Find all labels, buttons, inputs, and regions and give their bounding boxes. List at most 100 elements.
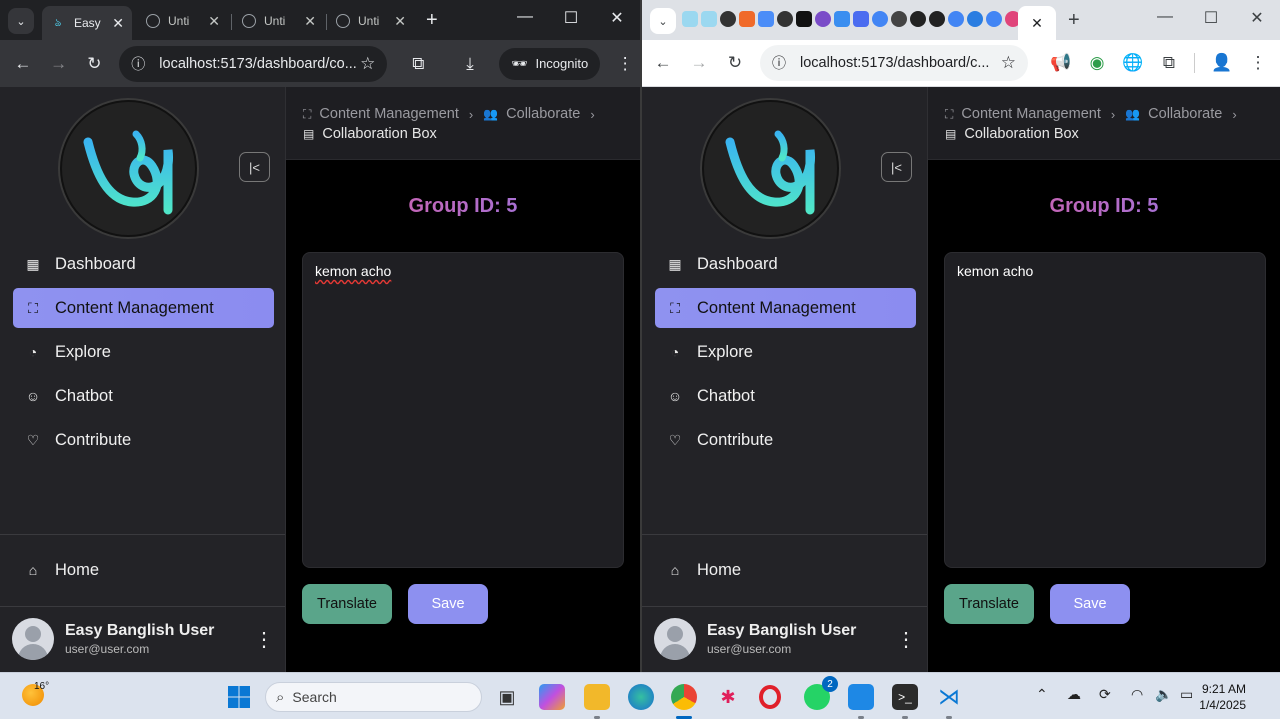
extension-icon[interactable]: ◉ xyxy=(1082,48,1112,78)
incognito-indicator[interactable]: 🕶 Incognito xyxy=(498,47,601,80)
new-tab-button[interactable]: + xyxy=(426,10,438,30)
sidebar-item-contribute[interactable]: ♡ Contribute xyxy=(13,420,274,460)
collapse-sidebar-button[interactable]: |< xyxy=(881,152,912,182)
close-icon[interactable]: ✕ xyxy=(112,15,124,32)
forward-button[interactable]: → xyxy=(684,48,714,78)
cloud-icon[interactable] xyxy=(834,11,850,27)
opera-icon[interactable] xyxy=(759,685,781,709)
browser-menu-button[interactable]: ⋮ xyxy=(1243,48,1273,78)
extensions-icon[interactable]: ⧉ xyxy=(403,49,433,79)
maximize-button[interactable]: ☐ xyxy=(556,8,586,28)
google-icon[interactable] xyxy=(986,11,1002,27)
user-menu-icon[interactable]: ⋮ xyxy=(254,627,274,652)
bookmark-star-icon[interactable]: ☆ xyxy=(1001,53,1016,73)
browser-menu-button[interactable]: ⋮ xyxy=(610,49,640,79)
back-button[interactable]: ← xyxy=(648,48,678,78)
tab-untitled-3[interactable]: Unti ✕ xyxy=(328,6,414,36)
breadcrumb-content-management[interactable]: Content Management xyxy=(319,106,458,122)
chrome-icon[interactable] xyxy=(671,684,697,710)
breadcrumb-content-management[interactable]: Content Management xyxy=(961,106,1100,122)
collaboration-editor[interactable]: kemon acho xyxy=(944,252,1266,568)
start-button[interactable] xyxy=(226,684,252,710)
whatsapp-icon[interactable]: 2 xyxy=(804,676,838,710)
extensions-icon[interactable]: ⧉ xyxy=(1154,48,1184,78)
volume-icon[interactable]: 🔈 xyxy=(1155,686,1172,703)
onedrive-cloud-icon[interactable]: ☁ xyxy=(1067,686,1081,703)
sidebar-item-content-management[interactable]: ⛶ Content Management xyxy=(655,288,916,328)
avatar[interactable] xyxy=(12,618,54,660)
app-icon[interactable] xyxy=(853,11,869,27)
gemini-icon[interactable] xyxy=(758,11,774,27)
github-icon[interactable] xyxy=(929,11,945,27)
megaphone-extension-icon[interactable]: 📢 xyxy=(1046,48,1076,78)
site-info-icon[interactable]: ⓘ xyxy=(772,53,786,73)
openai-icon[interactable] xyxy=(777,11,793,27)
tab-untitled-1[interactable]: Unti ✕ xyxy=(138,6,228,36)
new-tab-button[interactable]: + xyxy=(1068,10,1080,30)
file-explorer-icon[interactable] xyxy=(584,684,610,710)
battery-icon[interactable]: ▭ xyxy=(1180,686,1193,703)
translate-button[interactable]: Translate xyxy=(302,584,392,624)
slack-icon[interactable]: ✱ xyxy=(715,684,741,710)
sidebar-item-home[interactable]: ⌂ Home xyxy=(655,550,916,590)
sidebar-item-chatbot[interactable]: ☺ Chatbot xyxy=(13,376,274,416)
sidebar-item-dashboard[interactable]: ▦ Dashboard xyxy=(655,244,916,284)
tab-search-button[interactable]: ⌄ xyxy=(8,8,34,34)
save-button[interactable]: Save xyxy=(1050,584,1130,624)
edge-icon[interactable] xyxy=(628,684,654,710)
minimize-button[interactable]: — xyxy=(1150,8,1180,26)
avatar[interactable] xyxy=(654,618,696,660)
close-icon[interactable]: ✕ xyxy=(208,13,220,30)
copilot-icon[interactable] xyxy=(539,684,565,710)
tab-untitled-2[interactable]: Unti ✕ xyxy=(234,6,324,36)
breadcrumb-collaborate[interactable]: Collaborate xyxy=(506,106,580,122)
sidebar-item-chatbot[interactable]: ☺ Chatbot xyxy=(655,376,916,416)
site-info-icon[interactable]: ⓘ xyxy=(131,54,145,74)
sidebar-item-home[interactable]: ⌂ Home xyxy=(13,550,274,590)
openai-icon[interactable] xyxy=(720,11,736,27)
address-bar[interactable]: ⓘ localhost:5173/dashboard/c... ☆ xyxy=(760,45,1028,81)
google-icon[interactable] xyxy=(872,11,888,27)
user-menu-icon[interactable]: ⋮ xyxy=(896,627,916,652)
sidebar-item-explore[interactable]: ◔ Explore xyxy=(13,332,274,372)
tab-active[interactable]: ✕ xyxy=(1018,6,1056,40)
globe-extension-icon[interactable]: 🌐 xyxy=(1118,48,1148,78)
vscode-icon[interactable]: ⋊ xyxy=(936,684,962,710)
breadcrumb-collaborate[interactable]: Collaborate xyxy=(1148,106,1222,122)
collapse-sidebar-button[interactable]: |< xyxy=(239,152,270,182)
save-button[interactable]: Save xyxy=(408,584,488,624)
app-icon[interactable] xyxy=(815,11,831,27)
bookmark-star-icon[interactable]: ☆ xyxy=(360,54,375,74)
download-icon[interactable]: ⤓ xyxy=(455,49,485,79)
task-view-icon[interactable]: ▣ xyxy=(494,684,520,710)
app-icon[interactable] xyxy=(967,11,983,27)
app-logo-icon[interactable] xyxy=(701,11,717,27)
back-button[interactable]: ← xyxy=(8,49,38,79)
maximize-button[interactable]: ☐ xyxy=(1196,8,1226,28)
forward-button[interactable]: → xyxy=(44,49,74,79)
close-icon[interactable]: ✕ xyxy=(394,13,406,30)
app-icon[interactable] xyxy=(891,11,907,27)
github-icon[interactable] xyxy=(910,11,926,27)
app-icon[interactable] xyxy=(739,11,755,27)
address-bar[interactable]: ⓘ localhost:5173/dashboard/co... ☆ xyxy=(119,45,388,82)
sidebar-item-content-management[interactable]: ⛶ Content Management xyxy=(13,288,274,328)
tab-search-button[interactable]: ⌄ xyxy=(650,8,676,34)
reload-button[interactable]: ↻ xyxy=(720,48,750,78)
close-window-button[interactable]: ✕ xyxy=(602,8,632,28)
minimize-button[interactable]: — xyxy=(510,8,540,26)
sidebar-item-dashboard[interactable]: ▦ Dashboard xyxy=(13,244,274,284)
translate-button[interactable]: Translate xyxy=(944,584,1034,624)
terminal-icon[interactable]: >_ xyxy=(892,684,918,710)
app-logo-icon[interactable] xyxy=(682,11,698,27)
reload-button[interactable]: ↻ xyxy=(80,49,110,79)
google-icon[interactable] xyxy=(948,11,964,27)
ui-icon[interactable] xyxy=(796,11,812,27)
chevron-up-icon[interactable]: ⌃ xyxy=(1036,686,1048,703)
tab-easy[interactable]: ঌ Easy ✕ xyxy=(42,6,132,40)
close-window-button[interactable]: ✕ xyxy=(1242,8,1272,28)
sidebar-item-explore[interactable]: ◔ Explore xyxy=(655,332,916,372)
profile-avatar-icon[interactable]: 👤 xyxy=(1207,48,1237,78)
close-icon[interactable]: ✕ xyxy=(1031,15,1043,32)
sidebar-item-contribute[interactable]: ♡ Contribute xyxy=(655,420,916,460)
